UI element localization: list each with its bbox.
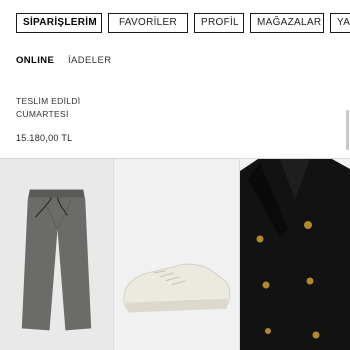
tab-stores[interactable]: MAĞAZALAR xyxy=(250,13,324,33)
tab-favorites[interactable]: FAVORİLER xyxy=(108,13,188,33)
product-sneaker[interactable] xyxy=(114,159,240,350)
subtab-returns[interactable]: İADELER xyxy=(68,55,111,66)
coat-image xyxy=(240,159,350,350)
order-products xyxy=(0,158,350,350)
order-price: 15.180,00 TL xyxy=(16,133,73,143)
product-coat[interactable] xyxy=(240,159,350,350)
subtab-online[interactable]: ONLINE xyxy=(16,55,54,66)
orders-page: SİPARİŞLERİM FAVORİLER PROFİL MAĞAZALAR … xyxy=(0,0,350,350)
order-summary[interactable]: TESLİM EDİLDİ CUMARTESİ 15.180,00 TL xyxy=(16,95,80,145)
sneaker-image xyxy=(123,263,231,313)
pants-image xyxy=(21,189,92,331)
order-status: TESLİM EDİLDİ xyxy=(16,96,81,106)
product-pants[interactable] xyxy=(0,159,114,350)
tab-help[interactable]: YARDIM xyxy=(330,13,350,33)
tab-profile[interactable]: PROFİL xyxy=(194,13,244,33)
tab-orders[interactable]: SİPARİŞLERİM xyxy=(16,13,102,33)
scrollbar[interactable] xyxy=(346,110,349,150)
account-tabs: SİPARİŞLERİM FAVORİLER PROFİL MAĞAZALAR … xyxy=(16,13,350,33)
order-day: CUMARTESİ xyxy=(16,109,69,119)
